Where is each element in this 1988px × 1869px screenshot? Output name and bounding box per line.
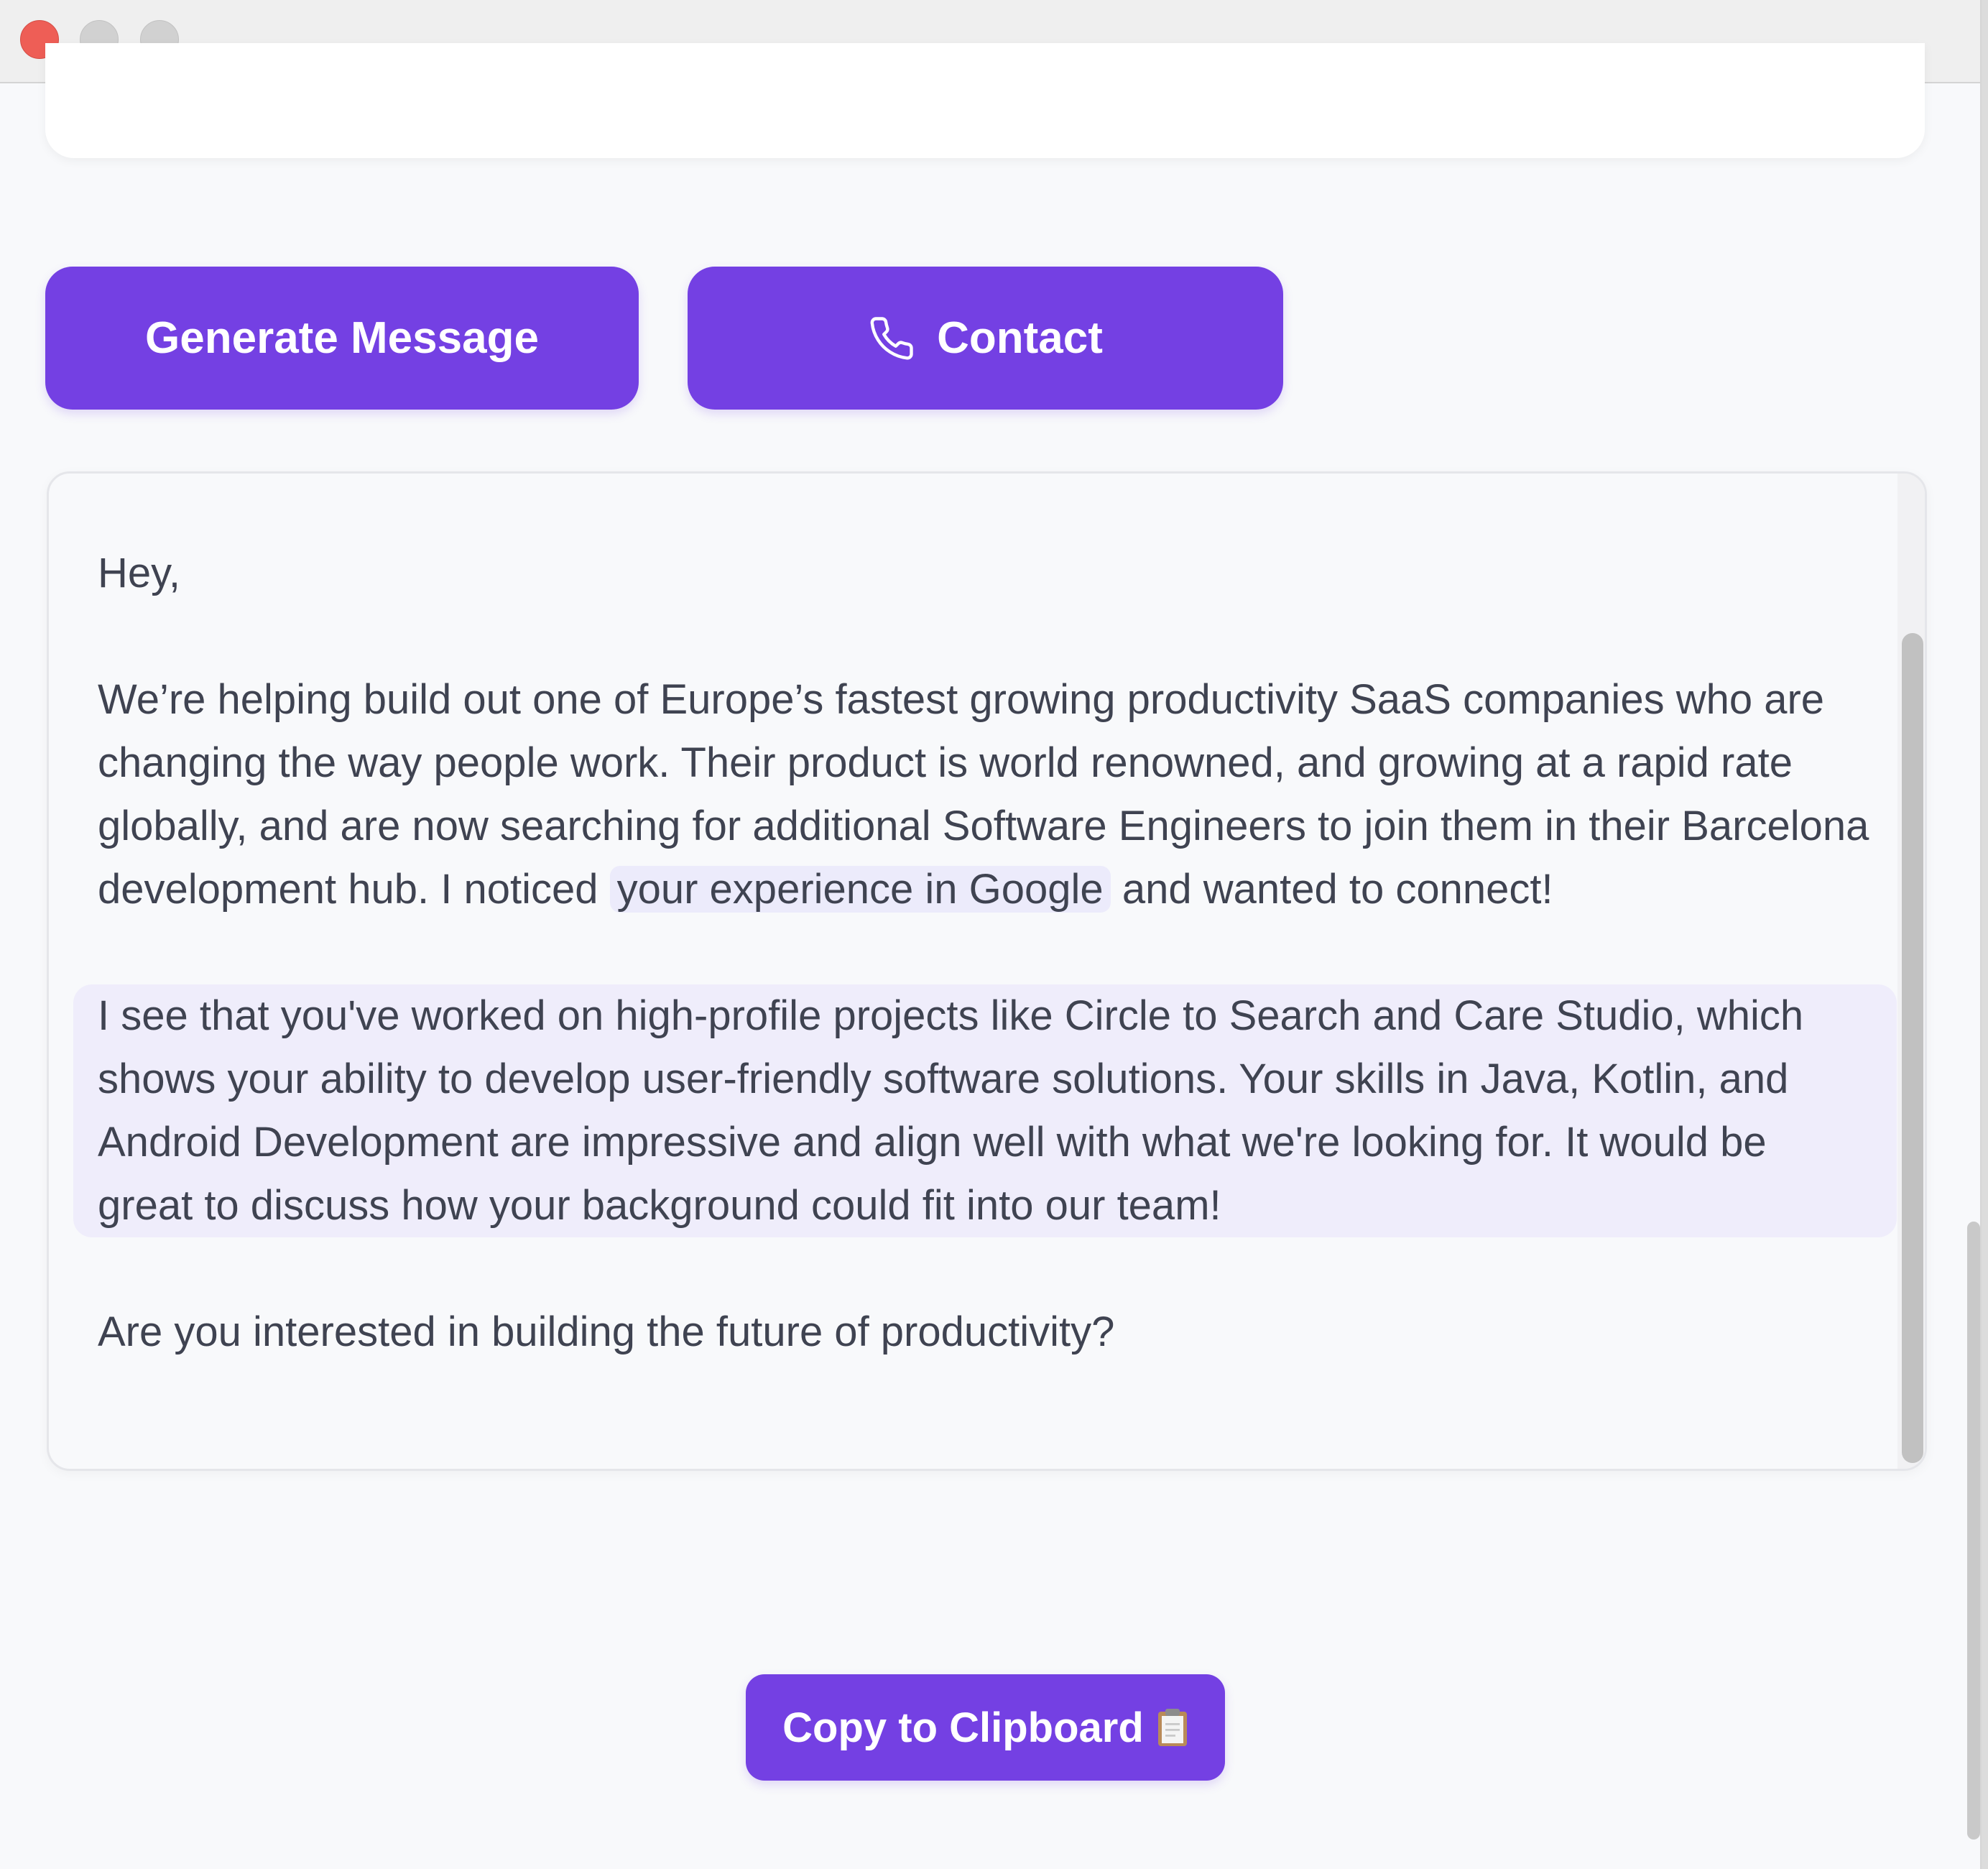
personalized-paragraph: I see that you've worked on high-profile…	[73, 984, 1897, 1237]
phone-icon	[868, 315, 915, 362]
copy-label: Copy to Clipboard	[782, 1704, 1144, 1751]
page-scrollbar-thumb[interactable]	[1967, 1222, 1980, 1840]
message-greeting: Hey,	[98, 550, 180, 596]
intro-text-after: and wanted to connect!	[1110, 866, 1553, 913]
generate-message-button[interactable]: Generate Message	[45, 267, 639, 410]
message-closing: Are you interested in building the futur…	[98, 1309, 1115, 1355]
message-scrollbar-track[interactable]	[1897, 474, 1925, 1469]
message-scrollbar-thumb[interactable]	[1902, 633, 1923, 1463]
generate-message-label: Generate Message	[145, 313, 539, 363]
generated-message-box[interactable]: Hey, We’re helping build out one of Euro…	[47, 471, 1927, 1471]
message-content: Hey, We’re helping build out one of Euro…	[73, 542, 1897, 1364]
contact-label: Contact	[937, 313, 1103, 363]
message-intro: We’re helping build out one of Europe’s …	[98, 668, 1872, 921]
app-window: Generate Message Contact Hey, We’re help…	[0, 0, 1982, 1869]
profile-card-partial	[45, 43, 1925, 158]
clipboard-icon	[1157, 1707, 1188, 1748]
copy-to-clipboard-button[interactable]: Copy to Clipboard	[746, 1674, 1225, 1781]
contact-button[interactable]: Contact	[688, 267, 1283, 410]
intro-highlight: your experience in Google	[609, 866, 1111, 913]
